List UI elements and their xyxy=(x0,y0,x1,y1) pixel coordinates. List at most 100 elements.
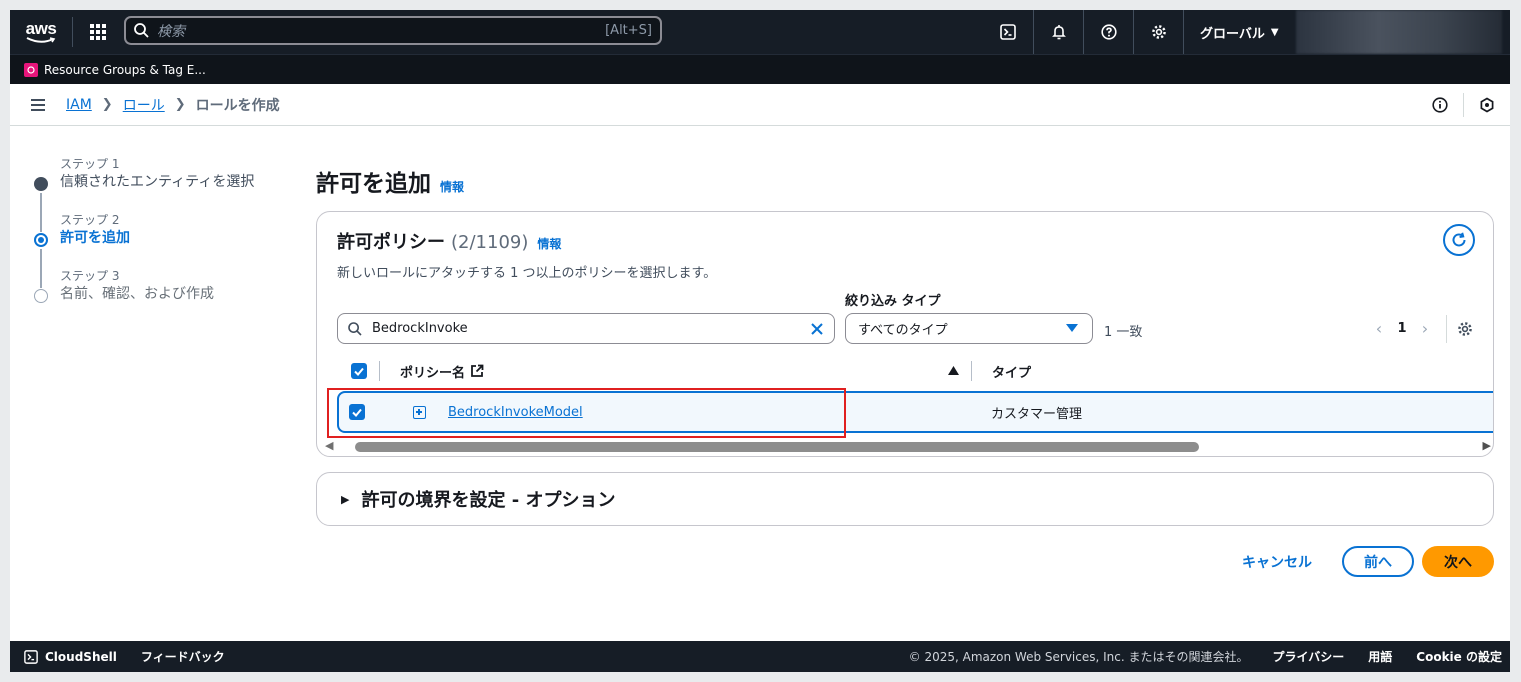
select-all-checkbox[interactable] xyxy=(351,363,367,379)
refresh-icon xyxy=(1452,232,1466,247)
column-header-policy-name[interactable]: ポリシー名 xyxy=(400,362,484,381)
breadcrumb-current: ロールを作成 xyxy=(195,97,280,114)
wizard-step-2: ステップ 2 許可を追加 xyxy=(34,212,294,288)
resource-groups-icon xyxy=(24,62,38,77)
console-window: aws 検索 [Alt+S] グローバル ▼ Resource Groups &… xyxy=(10,10,1510,672)
panel-title: 許可ポリシー xyxy=(337,232,445,253)
next-page-icon[interactable]: › xyxy=(1412,319,1438,338)
check-icon xyxy=(354,367,364,376)
notifications-button[interactable] xyxy=(1033,10,1083,54)
breadcrumb-roles[interactable]: ロール xyxy=(123,95,165,115)
external-link-icon xyxy=(471,364,484,377)
region-selector[interactable]: グローバル ▼ xyxy=(1183,10,1295,54)
permissions-boundary-expander[interactable]: ▶ 許可の境界を設定 - オプション xyxy=(316,472,1494,526)
search-placeholder: 検索 xyxy=(157,23,185,40)
current-page-number[interactable]: 1 xyxy=(1392,321,1412,336)
top-navigation: aws 検索 [Alt+S] グローバル ▼ xyxy=(10,10,1510,54)
page-header: 許可を追加 情報 xyxy=(316,164,464,198)
bell-icon xyxy=(1051,25,1066,40)
wizard-step-3: ステップ 3 名前、確認、および作成 xyxy=(34,268,294,324)
settings-button[interactable] xyxy=(1133,10,1183,54)
filter-value: BedrockInvoke xyxy=(372,321,468,336)
next-button[interactable]: 次へ xyxy=(1422,546,1494,577)
terminal-icon xyxy=(24,649,38,664)
type-filter-label: 絞り込み タイプ xyxy=(845,294,941,309)
page-info-link[interactable]: 情報 xyxy=(440,178,464,195)
cloudshell-footer-button[interactable]: CloudShell xyxy=(24,650,117,664)
search-icon xyxy=(348,321,362,336)
panel-info-link[interactable]: 情報 xyxy=(537,235,561,252)
help-button[interactable] xyxy=(1083,10,1133,54)
table-preferences-gear-icon[interactable] xyxy=(1457,321,1473,337)
refresh-button[interactable] xyxy=(1443,224,1475,256)
policy-filter-input[interactable]: BedrockInvoke xyxy=(337,313,835,344)
check-icon xyxy=(352,408,362,417)
permissions-policies-panel: 許可ポリシー (2/1109) 情報 新しいロールにアタッチする 1 つ以上のポ… xyxy=(316,211,1494,457)
page-title: 許可を追加 xyxy=(316,171,431,197)
step-current-icon xyxy=(34,233,48,247)
footer-links: © 2025, Amazon Web Services, Inc. またはその関… xyxy=(885,641,1502,672)
search-shortcut: [Alt+S] xyxy=(605,23,652,38)
breadcrumb-tools xyxy=(1417,84,1510,126)
horizontal-scrollbar[interactable]: ◀ ▶ xyxy=(325,438,1493,452)
sort-ascending-icon[interactable] xyxy=(948,364,960,379)
wizard-actions: キャンセル 前へ 次へ xyxy=(1242,546,1494,577)
cancel-button[interactable]: キャンセル xyxy=(1242,552,1312,572)
wizard-step-1[interactable]: ステップ 1 信頼されたエンティティを選択 xyxy=(34,156,294,232)
column-header-type[interactable]: タイプ xyxy=(992,362,1031,381)
terms-link[interactable]: 用語 xyxy=(1368,648,1392,665)
console-footer: CloudShell フィードバック © 2025, Amazon Web Se… xyxy=(10,641,1510,672)
services-favorites-bar: Resource Groups & Tag E... xyxy=(10,54,1510,84)
feedback-link[interactable]: フィードバック xyxy=(141,648,225,665)
panel-description: 新しいロールにアタッチする 1 つ以上のポリシーを選択します。 xyxy=(337,266,717,281)
chevron-right-icon: ❯ xyxy=(174,97,186,112)
account-menu[interactable] xyxy=(1296,10,1502,54)
gear-icon xyxy=(1151,25,1166,39)
wizard-steps: ステップ 1 信頼されたエンティティを選択 ステップ 2 許可を追加 ステップ … xyxy=(34,156,294,324)
policy-name-link[interactable]: BedrockInvokeModel xyxy=(448,405,583,420)
hamburger-icon xyxy=(31,98,45,111)
hexagon-icon xyxy=(1480,97,1494,113)
clear-filter-icon[interactable] xyxy=(810,322,824,336)
aws-logo[interactable]: aws xyxy=(10,10,72,54)
services-menu-button[interactable] xyxy=(73,10,123,54)
step-complete-icon xyxy=(34,177,48,191)
pagination: ‹ 1 › xyxy=(1366,313,1473,344)
breadcrumb-bar: IAM ❯ ロール ❯ ロールを作成 xyxy=(10,84,1510,126)
table-row[interactable]: BedrockInvokeModel カスタマー管理 xyxy=(337,391,1493,433)
aws-smile-icon xyxy=(26,36,56,43)
caret-down-icon xyxy=(1066,324,1078,332)
privacy-link[interactable]: プライバシー xyxy=(1273,648,1345,665)
scrollbar-thumb[interactable] xyxy=(355,442,1199,452)
selection-count: (2/1109) xyxy=(451,232,529,253)
menu-toggle-button[interactable] xyxy=(10,84,66,126)
caret-down-icon: ▼ xyxy=(1270,26,1279,38)
match-count: 1 一致 xyxy=(1104,325,1143,340)
row-checkbox[interactable] xyxy=(349,404,365,420)
scroll-left-icon[interactable]: ◀ xyxy=(325,439,333,452)
info-panel-button[interactable] xyxy=(1417,84,1463,126)
expand-row-icon[interactable] xyxy=(413,405,426,419)
grid-icon xyxy=(90,24,106,40)
terminal-icon xyxy=(1000,24,1016,40)
assistant-button[interactable] xyxy=(1464,84,1510,126)
previous-page-icon[interactable]: ‹ xyxy=(1366,319,1392,338)
previous-button[interactable]: 前へ xyxy=(1342,546,1414,577)
cookie-settings-link[interactable]: Cookie の設定 xyxy=(1416,648,1502,665)
copyright-text: © 2025, Amazon Web Services, Inc. またはその関… xyxy=(908,650,1249,664)
type-filter-select[interactable]: すべてのタイプ xyxy=(845,313,1093,344)
table-header: ポリシー名 タイプ xyxy=(337,357,1493,385)
panel-header: 許可ポリシー (2/1109) 情報 xyxy=(337,228,561,254)
global-search-input[interactable]: 検索 [Alt+S] xyxy=(124,16,662,45)
cloudshell-button[interactable] xyxy=(983,10,1033,54)
nav-icons: グローバル ▼ xyxy=(983,10,1295,54)
breadcrumb-iam[interactable]: IAM xyxy=(66,97,92,113)
policy-type: カスタマー管理 xyxy=(991,406,1083,422)
breadcrumb: IAM ❯ ロール ❯ ロールを作成 xyxy=(66,95,280,115)
favorite-service-link[interactable]: Resource Groups & Tag E... xyxy=(44,63,206,77)
expander-title: 許可の境界を設定 - オプション xyxy=(361,490,616,511)
search-icon xyxy=(134,23,149,38)
scroll-right-icon[interactable]: ▶ xyxy=(1483,439,1491,452)
chevron-right-icon: ❯ xyxy=(101,97,113,112)
help-icon xyxy=(1100,24,1117,40)
